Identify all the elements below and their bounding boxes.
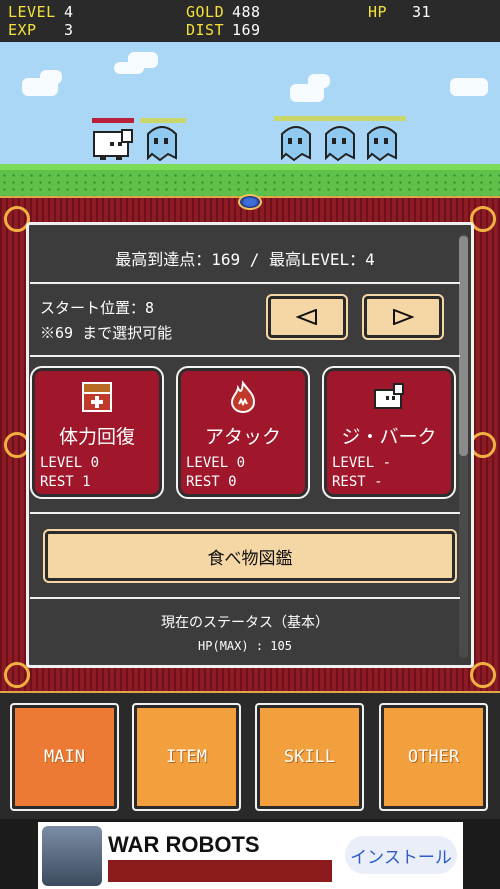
start-increase-button[interactable] (364, 296, 442, 338)
arrow-left-icon (296, 309, 317, 325)
dist-label: DIST (186, 21, 225, 39)
enemy-ghost-icon (147, 126, 177, 162)
nav-item-button[interactable]: ITEM (132, 703, 241, 811)
selectable-note: ※69 まで選択可能 (40, 324, 173, 342)
gold-value: 488 (232, 3, 261, 21)
exp-value: 3 (64, 21, 74, 39)
enemy-group-hp-bar (274, 116, 406, 121)
enemy-ghost-icon (281, 126, 311, 162)
enemy-hp-bar (140, 118, 186, 123)
enemy-ghost-icon (367, 126, 397, 162)
divider (30, 355, 460, 357)
skill-rest: REST 0 (186, 474, 237, 490)
fire-icon (230, 380, 256, 414)
arrow-right-icon (393, 309, 414, 325)
food-encyclopedia-button[interactable]: 食べ物図鑑 (45, 531, 455, 581)
ad-install-button[interactable]: インストール (345, 836, 457, 874)
level-value: 4 (64, 3, 74, 21)
enemy-ghost-icon (325, 126, 355, 162)
nav-other-button[interactable]: OTHER (379, 703, 488, 811)
skill-level: LEVEL - (332, 455, 392, 471)
cloud-icon (450, 78, 488, 96)
start-decrease-button[interactable] (268, 296, 346, 338)
gem-icon (238, 194, 262, 210)
status-hp-max: HP(MAX) : 105 (198, 639, 292, 653)
hp-label: HP (368, 3, 388, 21)
nav-skill-button[interactable]: SKILL (255, 703, 364, 811)
exp-label: EXP (8, 21, 37, 39)
ad-title: WAR ROBOTS (108, 832, 260, 857)
cloud-icon (40, 70, 62, 84)
cloud-icon (308, 74, 330, 88)
start-position: スタート位置：8 (40, 299, 155, 317)
nav-main-button[interactable]: MAIN (10, 703, 119, 811)
grass-texture (0, 172, 500, 196)
divider (30, 597, 460, 599)
frame-ornament-icon (470, 662, 496, 688)
skill-card-attack[interactable]: アタック LEVEL 0 REST 0 (176, 366, 310, 499)
skill-rest: REST 1 (40, 474, 91, 490)
white-creature-icon (374, 383, 404, 409)
skill-name: アタック (204, 426, 281, 448)
status-title: 現在のステータス（基本） (161, 615, 329, 631)
ad-banner[interactable]: WAR ROBOTS インストール (38, 822, 463, 889)
cloud-icon (114, 62, 144, 74)
skill-level: LEVEL 0 (40, 455, 100, 471)
treasure-chest-icon (82, 382, 112, 412)
divider (30, 512, 460, 514)
skill-name: ジ・バーク (341, 426, 437, 448)
best-record: 最高到達点：169 / 最高LEVEL：4 (115, 250, 375, 269)
player-creature-icon (93, 129, 133, 160)
divider (30, 282, 460, 284)
ground-top (0, 164, 500, 170)
skill-level: LEVEL 0 (186, 455, 246, 471)
skill-card-jibark[interactable]: ジ・バーク LEVEL - REST - (322, 366, 456, 499)
status-hud: LEVEL 4 EXP 3 GOLD 488 DIST 169 HP 31 (0, 0, 500, 42)
scrollbar-thumb[interactable] (459, 236, 468, 456)
player-hp-bar (92, 118, 134, 123)
skill-card-heal[interactable]: 体力回復 LEVEL 0 REST 1 (30, 366, 164, 499)
dist-value: 169 (232, 21, 261, 39)
gold-label: GOLD (186, 3, 225, 21)
level-label: LEVEL (8, 3, 56, 21)
ad-color-bar (108, 860, 332, 882)
ad-robot-image (42, 826, 102, 886)
hp-value: 31 (412, 3, 432, 21)
game-scene (0, 42, 500, 196)
skill-rest: REST - (332, 474, 383, 490)
skill-name: 体力回復 (58, 426, 135, 448)
